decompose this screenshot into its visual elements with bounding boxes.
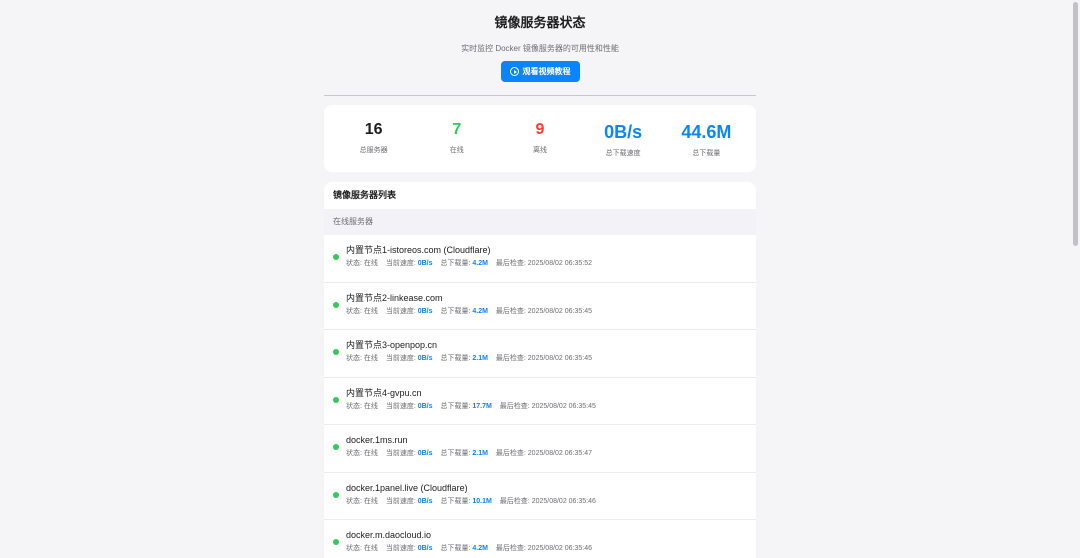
- server-status: 状态: 在线: [346, 355, 378, 362]
- stat-offline-value: 9: [535, 121, 545, 138]
- server-status: 状态: 在线: [346, 402, 378, 410]
- server-downloads: 总下载量: 17.7M: [440, 402, 492, 410]
- page-scrollbar[interactable]: [1073, 2, 1078, 246]
- server-list-title: 镜像服务器列表: [333, 190, 397, 200]
- server-list-item[interactable]: docker.1ms.run 状态: 在线 当前速度: 0B/s 总下载量: 2…: [324, 425, 756, 473]
- stat-offline-label: 离线: [532, 147, 547, 154]
- server-speed: 当前速度: 0B/s: [385, 260, 433, 267]
- server-name: docker.1ms.run: [346, 435, 408, 445]
- server-speed: 当前速度: 0B/s: [385, 355, 433, 362]
- stat-speed-label: 总下载速度: [605, 150, 641, 157]
- server-speed: 当前速度: 0B/s: [385, 450, 433, 457]
- stat-speed: 0B/s 总下载速度: [583, 105, 663, 158]
- server-name: 内置节点3-openpop.cn: [346, 340, 438, 350]
- server-downloads: 总下载量: 2.1M: [440, 355, 488, 362]
- watch-video-label: 观看视频教程: [522, 67, 571, 76]
- server-downloads: 总下载量: 10.1M: [440, 497, 492, 505]
- stat-total-value: 16: [364, 121, 383, 138]
- server-meta: 状态: 在线 当前速度: 0B/s 总下载量: 2.1M 最后检查: 2025/…: [346, 354, 756, 364]
- server-meta: 状态: 在线 当前速度: 0B/s 总下载量: 10.1M 最后检查: 2025…: [346, 497, 756, 507]
- server-downloads: 总下载量: 4.2M: [440, 545, 488, 552]
- server-meta: 状态: 在线 当前速度: 0B/s 总下载量: 4.2M 最后检查: 2025/…: [346, 307, 756, 317]
- server-meta: 状态: 在线 当前速度: 0B/s 总下载量: 17.7M 最后检查: 2025…: [346, 402, 756, 412]
- online-group-header: 在线服务器: [324, 209, 756, 235]
- server-meta: 状态: 在线 当前速度: 0B/s 总下载量: 2.1M 最后检查: 2025/…: [346, 449, 756, 459]
- server-last-check: 最后检查: 2025/08/02 06:35:52: [495, 260, 593, 267]
- server-status: 状态: 在线: [346, 260, 378, 267]
- stat-downloads-value: 44.6M: [681, 122, 732, 142]
- server-last-check: 最后检查: 2025/08/02 06:35:45: [495, 307, 593, 315]
- server-speed: 当前速度: 0B/s: [385, 545, 433, 552]
- play-circle-icon: [509, 67, 519, 76]
- stat-total-label: 总服务器: [359, 147, 388, 154]
- online-status-dot-icon: [333, 491, 339, 498]
- server-meta: 状态: 在线 当前速度: 0B/s 总下载量: 4.2M 最后检查: 2025/…: [346, 544, 756, 554]
- online-status-dot-icon: [333, 539, 339, 545]
- stat-downloads: 44.6M 总下载量: [666, 105, 746, 158]
- online-status-dot-icon: [333, 254, 339, 260]
- server-list-card: 镜像服务器列表 在线服务器 内置节点1-istoreos.com (Cloudf…: [324, 182, 756, 558]
- server-downloads: 总下载量: 4.2M: [440, 260, 488, 267]
- server-status: 状态: 在线: [346, 450, 378, 457]
- watch-video-button[interactable]: 观看视频教程: [500, 61, 580, 82]
- page-container: 镜像服务器状态 实时监控 Docker 镜像服务器的可用性和性能 观看视频教程 …: [324, 0, 756, 558]
- server-list-item[interactable]: 内置节点4-gvpu.cn 状态: 在线 当前速度: 0B/s 总下载量: 17…: [324, 378, 756, 425]
- server-list-item[interactable]: 内置节点2-linkease.com 状态: 在线 当前速度: 0B/s 总下载…: [324, 283, 756, 330]
- server-speed: 当前速度: 0B/s: [385, 307, 433, 315]
- server-last-check: 最后检查: 2025/08/02 06:35:45: [495, 355, 593, 362]
- stat-speed-value: 0B/s: [604, 122, 643, 142]
- server-meta: 状态: 在线 当前速度: 0B/s 总下载量: 4.2M 最后检查: 2025/…: [346, 259, 756, 269]
- server-status: 状态: 在线: [346, 497, 378, 505]
- server-speed: 当前速度: 0B/s: [385, 497, 433, 505]
- server-downloads: 总下载量: 2.1M: [440, 450, 488, 457]
- server-list-item[interactable]: 内置节点3-openpop.cn 状态: 在线 当前速度: 0B/s 总下载量:…: [324, 330, 756, 378]
- server-list: 内置节点1-istoreos.com (Cloudflare) 状态: 在线 当…: [324, 235, 756, 558]
- server-list-item[interactable]: 内置节点1-istoreos.com (Cloudflare) 状态: 在线 当…: [324, 235, 756, 283]
- server-name: 内置节点1-istoreos.com (Cloudflare): [346, 245, 491, 255]
- stat-online-value: 7: [452, 121, 462, 138]
- stat-offline: 9 离线: [500, 105, 580, 155]
- online-status-dot-icon: [333, 444, 339, 450]
- server-downloads: 总下载量: 4.2M: [440, 307, 488, 315]
- server-list-item[interactable]: docker.m.daocloud.io 状态: 在线 当前速度: 0B/s 总…: [324, 520, 756, 558]
- stat-total: 16 总服务器: [334, 105, 414, 155]
- header-divider: [324, 95, 756, 96]
- stat-online-label: 在线: [449, 147, 464, 154]
- page-title: 镜像服务器状态: [494, 15, 586, 30]
- online-status-dot-icon: [333, 396, 339, 403]
- stat-downloads-label: 总下载量: [692, 150, 721, 157]
- stats-card: 16 总服务器 7 在线 9 离线 0B/s 总下载速度 44.6M 总下载量: [324, 105, 756, 172]
- header: 镜像服务器状态 实时监控 Docker 镜像服务器的可用性和性能 观看视频教程: [324, 0, 756, 82]
- page-subtitle: 实时监控 Docker 镜像服务器的可用性和性能: [461, 44, 619, 53]
- server-last-check: 最后检查: 2025/08/02 06:35:46: [499, 497, 596, 505]
- online-status-dot-icon: [333, 349, 339, 355]
- server-name: 内置节点4-gvpu.cn: [346, 387, 422, 398]
- server-name: docker.m.daocloud.io: [346, 530, 432, 540]
- server-list-item[interactable]: docker.1panel.live (Cloudflare) 状态: 在线 当…: [324, 473, 756, 520]
- server-last-check: 最后检查: 2025/08/02 06:35:45: [499, 402, 596, 410]
- server-status: 状态: 在线: [346, 307, 378, 315]
- server-status: 状态: 在线: [346, 545, 378, 552]
- server-speed: 当前速度: 0B/s: [385, 402, 433, 410]
- server-last-check: 最后检查: 2025/08/02 06:35:46: [495, 545, 593, 552]
- server-name: docker.1panel.live (Cloudflare): [346, 482, 468, 493]
- stat-online: 7 在线: [417, 105, 497, 155]
- online-status-dot-icon: [333, 301, 339, 308]
- server-name: 内置节点2-linkease.com: [346, 292, 443, 303]
- server-last-check: 最后检查: 2025/08/02 06:35:47: [495, 450, 593, 457]
